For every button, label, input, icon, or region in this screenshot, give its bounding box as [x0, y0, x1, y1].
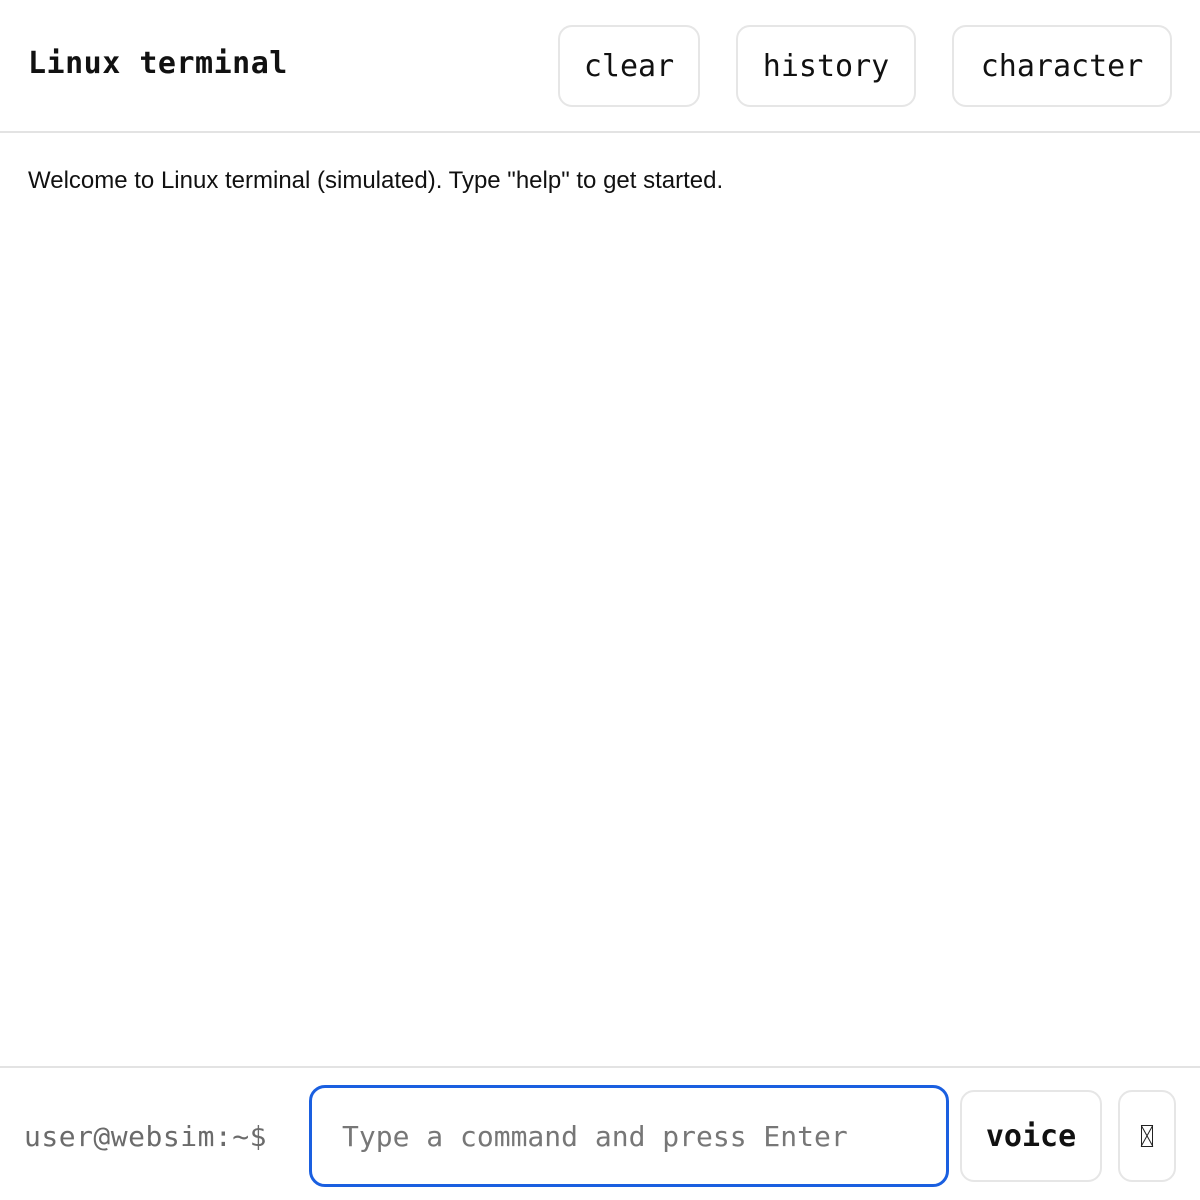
welcome-message: Welcome to Linux terminal (simulated). T…: [28, 167, 724, 194]
character-button[interactable]: character: [952, 25, 1172, 107]
missing-glyph-icon: [1141, 1125, 1153, 1147]
shell-prompt: user@websim:~$: [24, 1120, 268, 1153]
clear-button[interactable]: clear: [558, 25, 700, 107]
top-bar: Linux terminal clear history character: [0, 0, 1200, 133]
extra-button[interactable]: [1118, 1090, 1176, 1182]
terminal-app: Linux terminal clear history character W…: [0, 0, 1200, 1200]
history-button[interactable]: history: [736, 25, 916, 107]
command-bar: user@websim:~$ voice: [0, 1066, 1200, 1200]
voice-button[interactable]: voice: [960, 1090, 1102, 1182]
terminal-output[interactable]: Welcome to Linux terminal (simulated). T…: [0, 135, 1200, 1066]
command-input[interactable]: [309, 1085, 949, 1187]
app-title: Linux terminal: [28, 46, 288, 81]
